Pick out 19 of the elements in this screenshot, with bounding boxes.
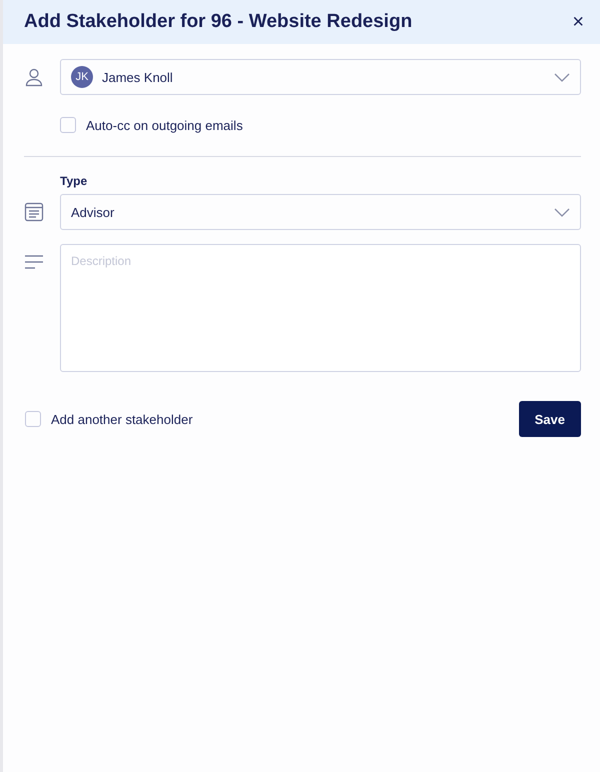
- checkbox-label: Add another stakeholder: [51, 412, 193, 426]
- close-button[interactable]: ×: [568, 10, 588, 34]
- person-icon: [24, 67, 44, 87]
- checkbox-label: Auto-cc on outgoing emails: [86, 118, 243, 132]
- description-field[interactable]: Description: [60, 244, 581, 372]
- type-value: Advisor: [71, 204, 116, 220]
- checkbox[interactable]: [25, 411, 41, 427]
- chevron-down-icon: [554, 208, 570, 216]
- contact-name: James Knoll: [102, 70, 174, 84]
- form-icon: [24, 202, 44, 222]
- avatar-initials: JK: [71, 66, 93, 88]
- field-label: Type: [60, 174, 88, 188]
- contact-select[interactable]: JK James Knoll: [60, 59, 581, 95]
- dialog-title: Add Stakeholder for 96 - Website Redesign: [24, 11, 412, 33]
- text-lines-icon: [24, 254, 44, 270]
- type-select[interactable]: Advisor: [60, 194, 581, 230]
- save-button[interactable]: Save: [518, 401, 581, 437]
- checkbox[interactable]: [60, 117, 76, 133]
- chevron-down-icon: [554, 72, 570, 82]
